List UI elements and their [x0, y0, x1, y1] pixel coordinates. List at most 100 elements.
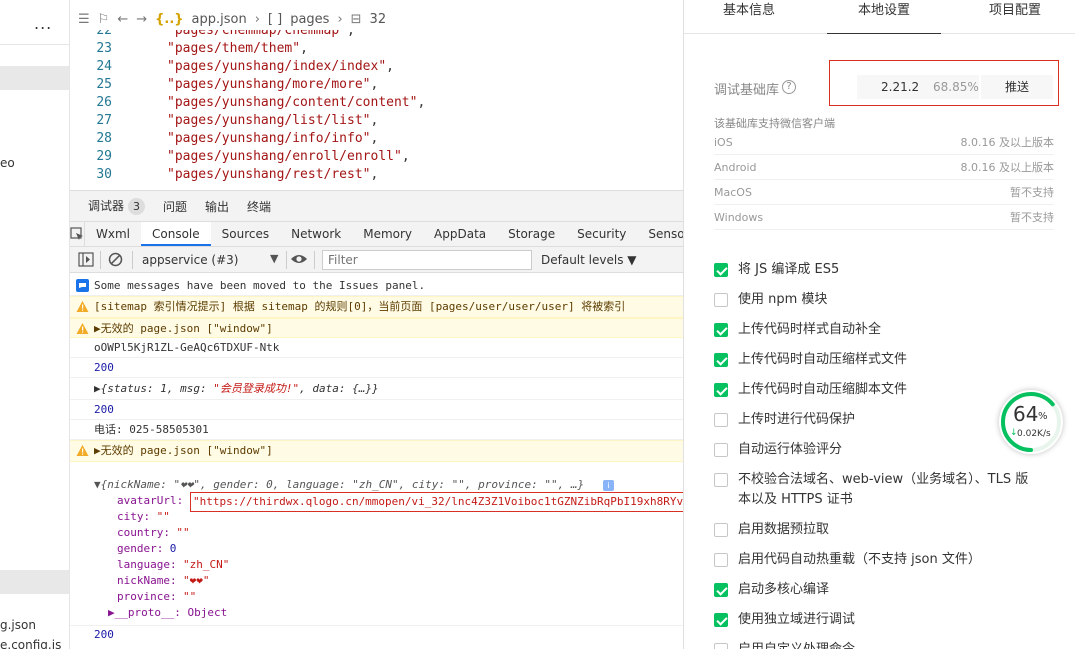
- option-row[interactable]: 自动运行体验评分: [714, 440, 1044, 460]
- option-row[interactable]: 启动多核心编译: [714, 580, 1044, 600]
- proto-text[interactable]: ▶__proto__: Object: [108, 605, 227, 621]
- panel-tab-appdata[interactable]: AppData: [423, 222, 497, 246]
- live-expression-eye-icon[interactable]: [290, 251, 308, 270]
- code-line[interactable]: "pages/yunshang/content/content",: [167, 95, 425, 110]
- clear-console-icon[interactable]: [108, 252, 123, 270]
- explorer-item[interactable]: eo: [0, 156, 15, 170]
- code-editor[interactable]: 22 "pages/chemmap/chemmap", 23 "pages/them/…: [70, 0, 683, 190]
- log-levels-dropdown[interactable]: Default levels ▼: [541, 253, 637, 267]
- checkbox-unchecked[interactable]: [714, 413, 728, 427]
- list-icon[interactable]: ☰: [78, 12, 90, 27]
- inspect-element-icon[interactable]: [70, 222, 85, 246]
- info-text[interactable]: Some messages have been moved to the Iss…: [94, 276, 425, 295]
- sidebar-toggle-icon[interactable]: [78, 252, 94, 270]
- breadcrumb-file[interactable]: app.json: [192, 12, 247, 27]
- more-icon[interactable]: ...: [34, 14, 52, 33]
- option-row[interactable]: 不校验合法域名、web-view（业务域名）、TLS 版本以及 HTTPS 证书: [714, 470, 1044, 510]
- log-text[interactable]: 电话: 025-58505301: [94, 420, 209, 439]
- warning-text[interactable]: ▶无效的 page.json ["window"]: [94, 319, 273, 337]
- code-line[interactable]: "pages/yunshang/info/info",: [167, 131, 378, 146]
- log-number[interactable]: 200: [94, 358, 114, 377]
- code-line[interactable]: "pages/yunshang/list/list",: [167, 113, 378, 128]
- prop-value[interactable]: 0: [170, 541, 177, 557]
- prop-value[interactable]: "": [157, 509, 170, 525]
- prop-value[interactable]: "": [176, 525, 189, 541]
- forward-arrow-icon[interactable]: →: [136, 12, 147, 27]
- client-os: Android: [714, 161, 757, 174]
- checkbox-checked[interactable]: [714, 613, 728, 627]
- option-row[interactable]: 启用自定义处理命令: [714, 640, 1044, 649]
- option-row[interactable]: 上传代码时自动压缩样式文件: [714, 350, 1044, 370]
- console-output: Some messages have been moved to the Iss…: [70, 273, 683, 649]
- option-row[interactable]: 上传代码时样式自动补全: [714, 320, 1044, 340]
- tab-terminal[interactable]: 终端: [247, 198, 271, 215]
- explorer-item[interactable]: g.json: [0, 618, 36, 632]
- tab-basic-info[interactable]: 基本信息: [684, 0, 814, 34]
- option-row[interactable]: 使用独立域进行调试: [714, 610, 1044, 630]
- panel-tab-security[interactable]: Security: [566, 222, 637, 246]
- console-filter-input[interactable]: [322, 250, 532, 270]
- network-speed-widget[interactable]: 64 % ↓ 0.02K/s: [999, 390, 1063, 454]
- object-proto: ▶__proto__: Object: [70, 605, 683, 621]
- explorer-selected-row[interactable]: [0, 570, 69, 594]
- log-number[interactable]: 200: [94, 626, 114, 643]
- explorer-selected-row[interactable]: [0, 66, 69, 90]
- prop-value[interactable]: "zh_CN": [183, 557, 229, 573]
- checkbox-unchecked[interactable]: [714, 293, 728, 307]
- checkbox-unchecked[interactable]: [714, 643, 728, 649]
- breadcrumb-key[interactable]: pages: [290, 12, 329, 27]
- help-icon[interactable]: ?: [782, 80, 796, 94]
- version-selector[interactable]: 2.21.2 68.85%: [857, 75, 979, 99]
- option-row[interactable]: 使用 npm 模块: [714, 290, 1044, 310]
- tab-local-settings[interactable]: 本地设置: [827, 0, 941, 34]
- checkbox-checked[interactable]: [714, 353, 728, 367]
- code-line[interactable]: "pages/yunshang/rest/rest",: [167, 167, 378, 182]
- option-row[interactable]: 启用数据预拉取: [714, 520, 1044, 540]
- panel-tab-wxml[interactable]: Wxml: [85, 222, 141, 246]
- info-badge-icon[interactable]: i: [603, 480, 614, 491]
- option-row[interactable]: 启用代码自动热重载（不支持 json 文件）: [714, 550, 1044, 570]
- option-row[interactable]: 将 JS 编译成 ES5: [714, 260, 1044, 280]
- object-summary[interactable]: ▶{status: 1, msg: "会员登录成功!", data: {…}}: [94, 378, 379, 399]
- prop-value[interactable]: "": [183, 589, 196, 605]
- code-line[interactable]: "pages/yunshang/index/index",: [167, 59, 394, 74]
- checkbox-checked[interactable]: [714, 263, 728, 277]
- tab-debugger[interactable]: 调试器 3: [88, 197, 146, 215]
- panel-tab-memory[interactable]: Memory: [352, 222, 423, 246]
- settings-tabs: 基本信息 本地设置 项目配置: [684, 0, 1075, 34]
- checkbox-unchecked[interactable]: [714, 443, 728, 457]
- object-summary-expanded[interactable]: ▼{nickName: "❤❤", gender: 0, language: "…: [94, 477, 584, 493]
- checkbox-checked[interactable]: [714, 383, 728, 397]
- breadcrumb-count[interactable]: 32: [370, 12, 387, 27]
- code-line[interactable]: "pages/yunshang/enroll/enroll",: [167, 149, 410, 164]
- checkbox-checked[interactable]: [714, 583, 728, 597]
- warning-text[interactable]: [sitemap 索引情况提示] 根据 sitemap 的规则[0]，当前页面 …: [94, 297, 625, 317]
- tab-project-config[interactable]: 项目配置: [954, 0, 1075, 34]
- code-line[interactable]: "pages/yunshang/more/more",: [167, 77, 378, 92]
- log-number[interactable]: 200: [94, 400, 114, 419]
- warning-text[interactable]: ▶无效的 page.json ["window"]: [94, 441, 273, 461]
- panel-tab-sources[interactable]: Sources: [211, 222, 280, 246]
- panel-tab-console[interactable]: Console: [141, 222, 211, 246]
- prop-value[interactable]: "❤❤": [183, 573, 210, 589]
- tab-output[interactable]: 输出: [205, 198, 229, 215]
- option-row[interactable]: 上传代码时自动压缩脚本文件: [714, 380, 1044, 400]
- code-line[interactable]: "pages/them/them",: [167, 41, 308, 56]
- dropdown-arrow-icon[interactable]: ▼: [270, 252, 278, 265]
- back-arrow-icon[interactable]: ←: [117, 12, 128, 27]
- checkbox-checked[interactable]: [714, 323, 728, 337]
- checkbox-unchecked[interactable]: [714, 473, 728, 487]
- option-row[interactable]: 上传时进行代码保护: [714, 410, 1044, 430]
- tab-problems[interactable]: 问题: [163, 198, 187, 215]
- context-selector[interactable]: appservice (#3): [142, 253, 238, 267]
- panel-tab-sensor[interactable]: Sensor: [637, 222, 683, 246]
- console-message-warning: ▶无效的 page.json ["window"]: [70, 440, 683, 462]
- checkbox-unchecked[interactable]: [714, 553, 728, 567]
- push-button[interactable]: 推送: [981, 75, 1053, 99]
- panel-tab-network[interactable]: Network: [280, 222, 352, 246]
- explorer-item[interactable]: e.config.js: [0, 638, 61, 649]
- bookmark-icon[interactable]: ⚐: [98, 12, 110, 27]
- checkbox-unchecked[interactable]: [714, 523, 728, 537]
- panel-tab-storage[interactable]: Storage: [497, 222, 566, 246]
- log-text[interactable]: oOWPl5KjR1ZL-GeAQc6TDXUF-Ntk: [94, 338, 279, 357]
